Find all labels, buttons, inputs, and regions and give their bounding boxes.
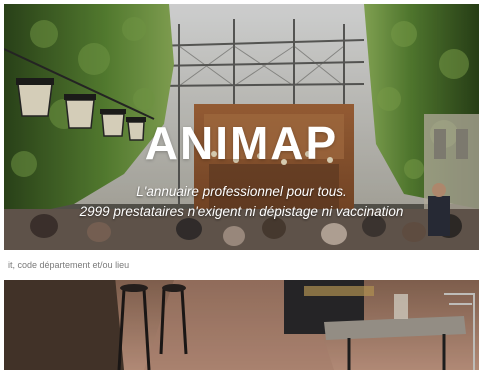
tagline: L'annuaire professionnel pour tous. 2999… xyxy=(4,182,479,222)
tagline-line-2: 2999 prestataires n'exigent ni dépistage… xyxy=(79,204,404,219)
search-input[interactable] xyxy=(4,250,479,280)
brand-title: ANIMAP xyxy=(144,117,339,169)
hero-section: ANIMAP L'annuaire professionnel pour tou… xyxy=(4,4,479,370)
tagline-line-1: L'annuaire professionnel pour tous. xyxy=(136,184,347,199)
